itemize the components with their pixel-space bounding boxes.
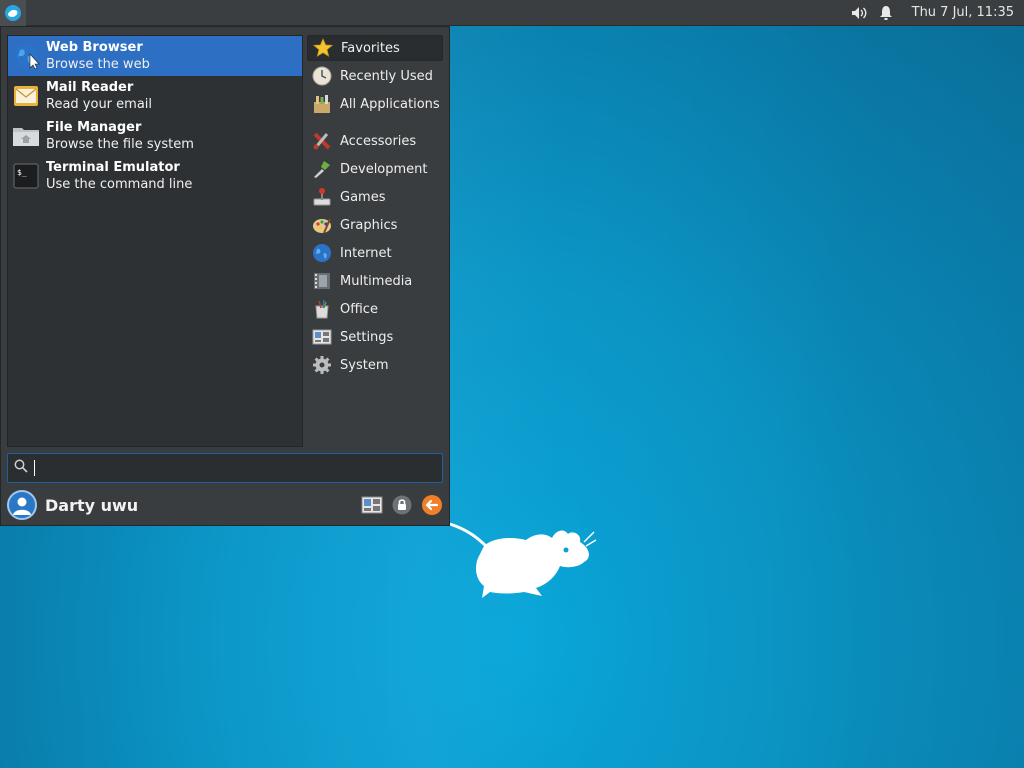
category-games[interactable]: Games <box>307 184 443 210</box>
app-description: Browse the web <box>46 57 150 72</box>
search-icon <box>14 459 28 477</box>
category-settings[interactable]: Settings <box>307 324 443 350</box>
avatar <box>7 490 37 520</box>
graphics-icon <box>311 214 333 236</box>
category-system[interactable]: System <box>307 352 443 378</box>
favorites-list: Web Browser Browse the web Mail Reader R… <box>7 35 303 447</box>
log-out-button[interactable] <box>421 494 443 516</box>
whisker-menu: Web Browser Browse the web Mail Reader R… <box>0 26 450 526</box>
accessories-icon <box>311 130 333 152</box>
category-label: All Applications <box>340 96 440 112</box>
system-icon <box>311 354 333 376</box>
category-recently-used[interactable]: Recently Used <box>307 63 443 89</box>
category-label: Multimedia <box>340 273 413 289</box>
category-internet[interactable]: Internet <box>307 240 443 266</box>
multimedia-icon <box>311 270 333 292</box>
text-cursor <box>34 460 35 476</box>
app-description: Use the command line <box>46 177 193 192</box>
top-panel: Thu 7 Jul, 11:35 <box>0 0 1024 26</box>
app-file-manager[interactable]: File Manager Browse the file system <box>8 116 302 156</box>
category-label: Accessories <box>340 133 417 149</box>
settings-icon <box>311 326 333 348</box>
office-icon <box>311 298 333 320</box>
category-label: Graphics <box>340 217 398 233</box>
xfce-logo-icon <box>5 4 21 21</box>
internet-icon <box>311 242 333 264</box>
app-terminal-emulator[interactable]: $_ Terminal Emulator Use the command lin… <box>8 156 302 196</box>
games-icon <box>311 186 333 208</box>
category-label: Internet <box>340 245 392 261</box>
user-bar: Darty uwu <box>7 489 443 521</box>
category-graphics[interactable]: Graphics <box>307 212 443 238</box>
applications-icon <box>311 93 333 115</box>
app-mail-reader[interactable]: Mail Reader Read your email <box>8 76 302 116</box>
app-name: Mail Reader <box>46 80 134 95</box>
category-label: System <box>340 357 389 373</box>
app-description: Browse the file system <box>46 137 194 152</box>
star-icon <box>312 37 334 59</box>
volume-icon[interactable] <box>850 3 870 23</box>
app-web-browser[interactable]: Web Browser Browse the web <box>8 36 302 76</box>
whisker-menu-button[interactable] <box>0 0 26 26</box>
search-input[interactable] <box>7 453 443 483</box>
category-multimedia[interactable]: Multimedia <box>307 268 443 294</box>
app-name: Web Browser <box>46 40 143 55</box>
app-name: File Manager <box>46 120 142 135</box>
category-development[interactable]: Development <box>307 156 443 182</box>
svg-text:$_: $_ <box>17 168 27 177</box>
category-office[interactable]: Office <box>307 296 443 322</box>
development-icon <box>311 158 333 180</box>
terminal-icon: $_ <box>12 162 40 190</box>
lock-screen-button[interactable] <box>391 494 413 516</box>
folder-icon <box>12 122 40 150</box>
settings-manager-button[interactable] <box>361 494 383 516</box>
category-accessories[interactable]: Accessories <box>307 128 443 154</box>
category-label: Settings <box>340 329 394 345</box>
category-label: Office <box>340 301 378 317</box>
user-name: Darty uwu <box>45 495 139 515</box>
category-label: Favorites <box>341 40 400 56</box>
panel-clock[interactable]: Thu 7 Jul, 11:35 <box>912 5 1014 20</box>
category-list: Favorites Recently Used All Applications… <box>307 35 447 447</box>
category-label: Recently Used <box>340 68 433 84</box>
globe-icon <box>12 42 40 70</box>
category-favorites[interactable]: Favorites <box>307 35 443 61</box>
mail-icon <box>12 82 40 110</box>
notification-bell-icon[interactable] <box>876 3 896 23</box>
category-label: Games <box>340 189 386 205</box>
clock-icon <box>311 65 333 87</box>
category-label: Development <box>340 161 428 177</box>
app-description: Read your email <box>46 97 153 112</box>
app-name: Terminal Emulator <box>46 160 180 175</box>
xfce-mouse-logo <box>449 522 597 598</box>
category-all-applications[interactable]: All Applications <box>307 91 443 117</box>
